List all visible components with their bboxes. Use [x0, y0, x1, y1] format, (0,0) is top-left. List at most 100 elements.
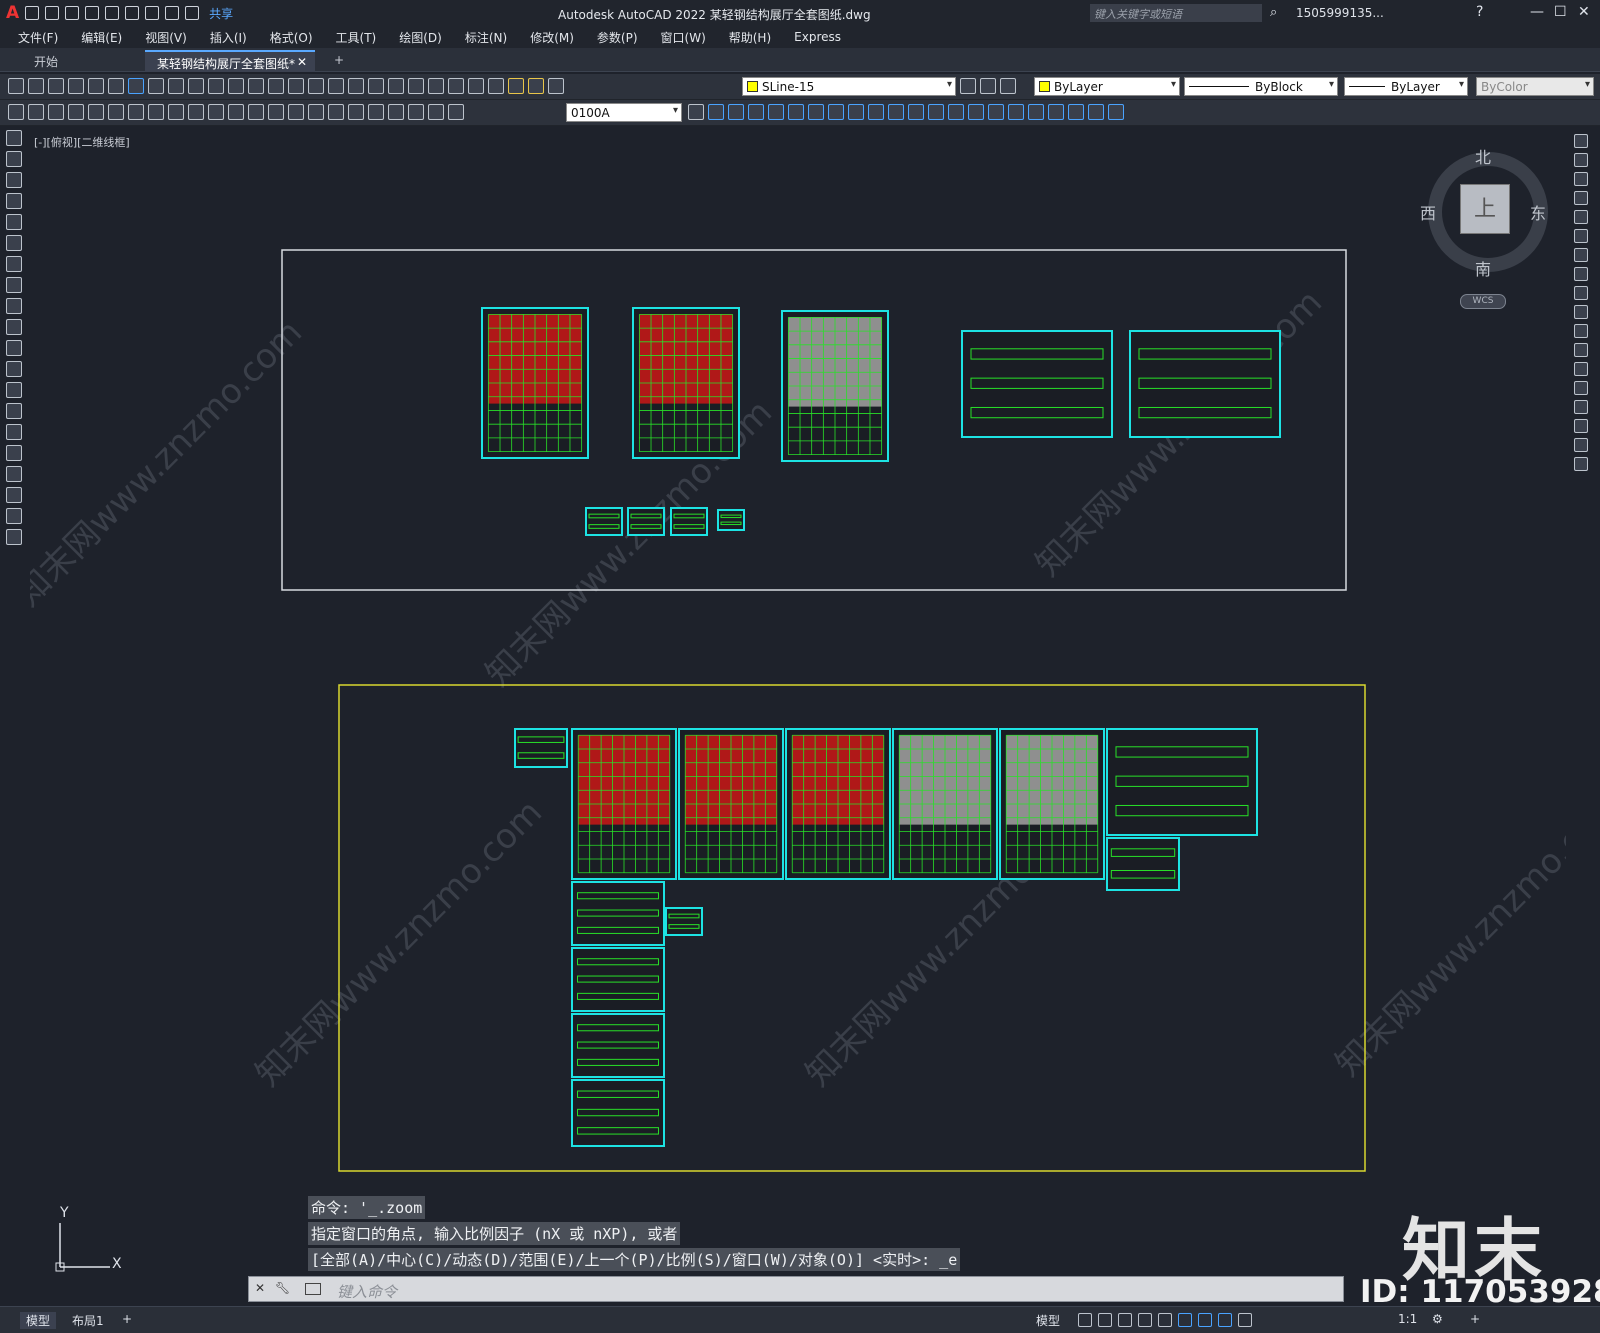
- baseline-icon[interactable]: [248, 104, 264, 120]
- move-icon[interactable]: [808, 104, 824, 120]
- polar-icon[interactable]: [1138, 1313, 1152, 1327]
- copy-object-icon[interactable]: [728, 104, 744, 120]
- user-account[interactable]: 1505999135...: [1296, 6, 1384, 20]
- save-as-icon[interactable]: [85, 6, 100, 20]
- trim-icon[interactable]: [888, 104, 904, 120]
- save-icon[interactable]: [48, 78, 64, 94]
- osnap-icon[interactable]: [1178, 1313, 1192, 1327]
- stretch-icon[interactable]: [868, 104, 884, 120]
- minimize-button[interactable]: —: [1530, 4, 1544, 20]
- gear-icon[interactable]: ⚙: [1432, 1312, 1443, 1326]
- arc-length-icon[interactable]: [108, 104, 124, 120]
- dimension-update-icon[interactable]: [448, 104, 464, 120]
- calculator-icon[interactable]: [448, 78, 464, 94]
- grid-icon[interactable]: [1078, 1313, 1092, 1327]
- zoom-realtime-icon[interactable]: [288, 78, 304, 94]
- plotstyle-combo[interactable]: ByColor ▾: [1476, 77, 1594, 96]
- table-icon[interactable]: [6, 487, 22, 503]
- chamfer-palette-icon[interactable]: [1574, 400, 1588, 414]
- properties-icon[interactable]: [348, 78, 364, 94]
- match-properties-icon[interactable]: [208, 78, 224, 94]
- menu-file[interactable]: 文件(F): [18, 29, 58, 46]
- undo-icon[interactable]: [165, 6, 180, 20]
- inspection-icon[interactable]: [368, 104, 384, 120]
- ordinate-icon[interactable]: [128, 104, 144, 120]
- help-icon[interactable]: ?: [1476, 4, 1483, 20]
- close-button[interactable]: ✕: [1578, 4, 1590, 20]
- redo-icon[interactable]: [248, 78, 264, 94]
- new-file-icon[interactable]: [25, 6, 40, 20]
- region-draw-icon[interactable]: [6, 466, 22, 482]
- layer-freeze-icon[interactable]: [528, 78, 544, 94]
- compass-east[interactable]: 东: [1530, 200, 1546, 224]
- sheet-set-icon[interactable]: [408, 78, 424, 94]
- ortho-icon[interactable]: [1118, 1313, 1132, 1327]
- tab-drawing[interactable]: 某轻钢结构展厅全套图纸* ✕: [145, 50, 315, 72]
- layer-states-icon[interactable]: [1000, 78, 1016, 94]
- offset-icon[interactable]: [768, 104, 784, 120]
- chevron-down-icon[interactable]: ▾: [1459, 79, 1464, 90]
- extend-palette-icon[interactable]: [1574, 324, 1588, 338]
- draw-order-icon[interactable]: [8, 104, 24, 120]
- fillet-palette-icon[interactable]: [1574, 419, 1588, 433]
- break-palette-icon[interactable]: [1574, 343, 1588, 357]
- mtext-icon[interactable]: [6, 508, 22, 524]
- move-palette-icon[interactable]: [1574, 229, 1588, 243]
- blend-curves-icon[interactable]: [1574, 438, 1588, 452]
- polyline-icon[interactable]: [6, 172, 22, 188]
- dimension-break-icon[interactable]: [308, 104, 324, 120]
- search-input[interactable]: 键入关键字或短语: [1090, 4, 1262, 22]
- tool-palettes-icon[interactable]: [388, 78, 404, 94]
- compass-west[interactable]: 西: [1420, 200, 1436, 224]
- viewcube-top-face[interactable]: 上: [1460, 184, 1510, 234]
- recent-commands-icon[interactable]: [305, 1283, 321, 1295]
- circle-icon[interactable]: [6, 256, 22, 272]
- zoom-previous-icon[interactable]: [328, 78, 344, 94]
- plot-icon[interactable]: [68, 78, 84, 94]
- copy-icon[interactable]: [168, 78, 184, 94]
- layer-previous-icon[interactable]: [980, 78, 996, 94]
- block-editor-icon[interactable]: [28, 104, 44, 120]
- radius-icon[interactable]: [148, 104, 164, 120]
- continue-icon[interactable]: [268, 104, 284, 120]
- open-icon[interactable]: [28, 78, 44, 94]
- command-input[interactable]: 键入命令: [337, 1281, 397, 1302]
- dimension-space-icon[interactable]: [288, 104, 304, 120]
- maximize-button[interactable]: ☐: [1554, 4, 1567, 20]
- layer-properties-icon[interactable]: [488, 78, 504, 94]
- extend-icon[interactable]: [908, 104, 924, 120]
- chevron-down-icon[interactable]: ▾: [947, 79, 952, 90]
- hatch-icon[interactable]: [6, 424, 22, 440]
- 3d-print-icon[interactable]: [128, 78, 144, 94]
- dimstyle-combo[interactable]: 0100A ▾: [566, 103, 682, 122]
- array-palette-icon[interactable]: [1574, 210, 1588, 224]
- pan-icon[interactable]: [268, 78, 284, 94]
- fillet-icon[interactable]: [988, 104, 1004, 120]
- ellipse-arc-icon[interactable]: [6, 340, 22, 356]
- arc-icon[interactable]: [6, 235, 22, 251]
- autocad-logo-icon[interactable]: A: [6, 3, 19, 23]
- add-selected-icon[interactable]: [6, 529, 22, 545]
- chevron-down-icon[interactable]: ▾: [1171, 79, 1176, 90]
- make-block-icon[interactable]: [6, 382, 22, 398]
- markup-icon[interactable]: [428, 78, 444, 94]
- subtract-icon[interactable]: [1088, 104, 1104, 120]
- layer-on-icon[interactable]: [508, 78, 524, 94]
- save-web-icon[interactable]: [125, 6, 140, 20]
- cut-icon[interactable]: [148, 78, 164, 94]
- share-button[interactable]: 共享: [209, 5, 233, 22]
- jogged-icon[interactable]: [168, 104, 184, 120]
- region-icon[interactable]: [1048, 104, 1064, 120]
- erase-icon[interactable]: [708, 104, 724, 120]
- join-palette-icon[interactable]: [1574, 381, 1588, 395]
- open-web-icon[interactable]: [105, 6, 120, 20]
- model-space-button[interactable]: 模型: [1036, 1312, 1060, 1329]
- chevron-down-icon[interactable]: ▾: [673, 105, 678, 116]
- zoom-window-icon[interactable]: [308, 78, 324, 94]
- dimension-edit-icon[interactable]: [408, 104, 424, 120]
- tab-close-icon[interactable]: ✕: [297, 55, 307, 69]
- redo-icon[interactable]: [185, 6, 200, 20]
- chevron-down-icon[interactable]: ▾: [1585, 79, 1590, 90]
- make-current-icon[interactable]: [960, 78, 976, 94]
- color-combo[interactable]: ByLayer ▾: [1034, 77, 1180, 96]
